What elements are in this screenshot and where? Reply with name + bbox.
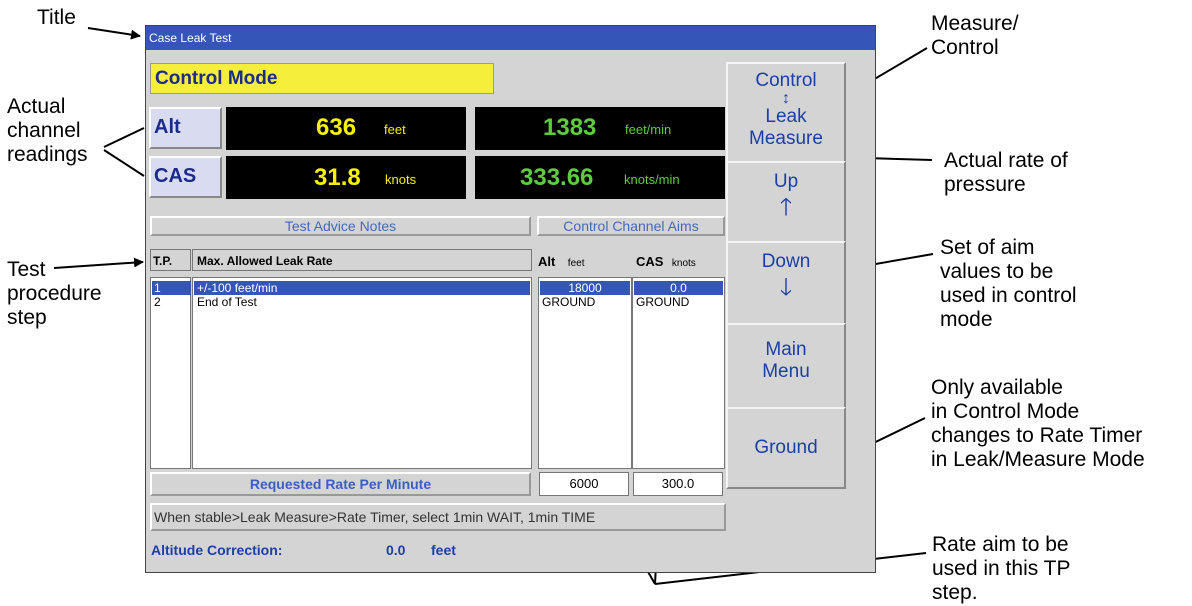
tp-column-header: T.P.: [150, 249, 191, 271]
down-button[interactable]: Down 🡓: [726, 241, 846, 331]
annotation-rate-pressure: Actual rate of pressure: [944, 149, 1068, 196]
down-arrow-icon: 🡓: [779, 274, 793, 301]
cas-value: 31.8: [314, 164, 361, 191]
annotation-channel-readings: Actual channel readings: [7, 95, 88, 166]
annotation-only-available: Only available in Control Mode changes t…: [931, 376, 1145, 471]
cas-rate-unit: knots/min: [624, 172, 680, 187]
up-arrow-icon: 🡑: [779, 194, 793, 221]
annotation-test-step: Test procedure step: [7, 258, 102, 329]
alt-rate-value: 1383: [543, 114, 597, 141]
tp-row-2[interactable]: 2: [152, 295, 191, 309]
altitude-correction-unit: feet: [431, 542, 456, 558]
cas-rate-reading: 333.66 knots/min: [475, 156, 725, 199]
tp-list[interactable]: 1 2: [150, 277, 191, 469]
mode-label: Control Mode: [150, 63, 494, 94]
control-channel-aims-header: Control Channel Aims: [537, 216, 725, 236]
leak-column-header: Max. Allowed Leak Rate: [192, 249, 532, 271]
cas-column-header: CAS knots: [636, 254, 696, 269]
leak-row-1[interactable]: +/-100 feet/min: [194, 281, 530, 295]
up-button[interactable]: Up 🡑: [726, 161, 846, 247]
annotation-measure-control: Measure/ Control: [931, 12, 1019, 59]
altitude-correction-value: 0.0: [386, 542, 406, 558]
alt-column-header: Alt feet: [538, 254, 585, 269]
alt-unit: feet: [384, 122, 406, 137]
cas-aim-row-1[interactable]: 0.0: [634, 281, 723, 295]
status-message: When stable>Leak Measure>Rate Timer, sel…: [150, 503, 726, 531]
altitude-correction-label: Altitude Correction:: [151, 542, 283, 558]
alt-aim-row-2[interactable]: GROUND: [540, 295, 632, 309]
alt-reading: 636 feet: [226, 107, 466, 150]
alt-aim-row-1[interactable]: 18000: [540, 281, 630, 295]
cas-rate-value: 333.66: [520, 164, 594, 191]
cas-unit: knots: [385, 172, 417, 187]
up-down-arrow-icon: ↕: [782, 90, 790, 107]
alt-rate-reading: 1383 feet/min: [475, 107, 725, 150]
tp-row-1[interactable]: 1: [152, 281, 191, 295]
annotation-title: Title: [37, 6, 76, 29]
annotation-aim-values: Set of aim values to be used in control …: [940, 236, 1077, 331]
test-advice-notes-header: Test Advice Notes: [150, 216, 531, 236]
cas-rate-aim-input[interactable]: 300.0: [633, 472, 723, 496]
cas-aim-row-2[interactable]: GROUND: [634, 295, 725, 309]
annotation-rate-aim: Rate aim to be used in this TP step.: [932, 533, 1071, 604]
channel-label-cas: CAS: [149, 156, 222, 198]
alt-aims-list[interactable]: 18000 GROUND: [538, 277, 632, 469]
requested-rate-label: Requested Rate Per Minute: [150, 472, 531, 496]
alt-value: 636: [316, 114, 357, 141]
leak-row-2[interactable]: End of Test: [194, 295, 533, 309]
cas-reading: 31.8 knots: [226, 156, 466, 199]
app-window: Case Leak Test Control Mode Alt 636 feet…: [145, 25, 876, 573]
cas-aims-list[interactable]: 0.0 GROUND: [632, 277, 725, 469]
ground-button[interactable]: Ground: [726, 407, 846, 489]
window-title: Case Leak Test: [146, 26, 875, 50]
alt-rate-aim-input[interactable]: 6000: [539, 472, 629, 496]
alt-rate-unit: feet/min: [625, 122, 672, 137]
channel-label-alt: Alt: [149, 107, 222, 149]
control-measure-button[interactable]: Control ↕ Leak Measure: [726, 62, 846, 166]
leak-rate-list[interactable]: +/-100 feet/min End of Test: [192, 277, 532, 469]
